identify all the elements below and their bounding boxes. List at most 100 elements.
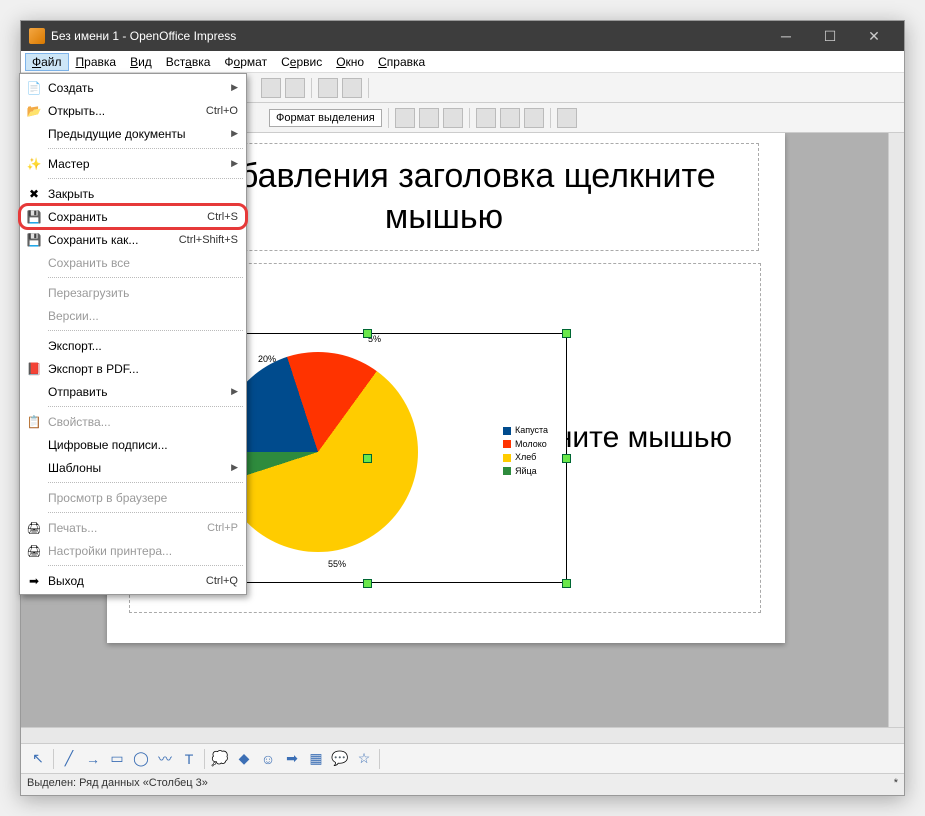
menu-file[interactable]: Файл xyxy=(25,53,69,71)
paste-icon[interactable] xyxy=(285,78,305,98)
menuitem-label: Мастер xyxy=(48,157,231,171)
menu-tools[interactable]: Сервис xyxy=(274,53,329,71)
menuitem-label: Отправить xyxy=(48,385,231,399)
menuitem-label: Открыть... xyxy=(48,104,206,118)
window-title: Без имени 1 - OpenOffice Impress xyxy=(51,29,764,43)
menu-help[interactable]: Справка xyxy=(371,53,432,71)
line-icon[interactable]: ╱ xyxy=(58,748,80,770)
pie-body xyxy=(218,352,418,552)
menuitem-label: Сохранить xyxy=(48,210,207,224)
minimize-button[interactable]: ─ xyxy=(764,21,808,51)
menuitem-label: Закрыть xyxy=(48,187,238,201)
handle-se[interactable] xyxy=(562,579,571,588)
menuitem-label: Версии... xyxy=(48,309,238,323)
callout-icon[interactable]: 💭 xyxy=(209,748,231,770)
menuitem-shortcut: Ctrl+S xyxy=(207,211,238,223)
menuitem-перезагрузить: Перезагрузить xyxy=(20,281,246,304)
file-menu-dropdown: 📄Создать▶📂Открыть...Ctrl+OПредыдущие док… xyxy=(19,73,247,595)
vertical-scrollbar[interactable] xyxy=(888,133,904,727)
pie-chart xyxy=(218,352,418,552)
callouts-icon[interactable]: 💬 xyxy=(329,748,351,770)
toolbar-icon-2[interactable] xyxy=(419,108,439,128)
menuitem-label: Сохранить все xyxy=(48,256,238,270)
document-new-icon: 📄 xyxy=(24,80,44,96)
menu-edit[interactable]: Правка xyxy=(69,53,124,71)
menuitem-сохранить[interactable]: 💾СохранитьCtrl+S xyxy=(20,205,246,228)
menu-format[interactable]: Формат xyxy=(217,53,274,71)
menuitem-создать[interactable]: 📄Создать▶ xyxy=(20,76,246,99)
menuitem-label: Экспорт... xyxy=(48,339,238,353)
menuitem-свойства-: 📋 Свойства... xyxy=(20,410,246,433)
menuitem-закрыть[interactable]: ✖Закрыть xyxy=(20,182,246,205)
redo-icon[interactable] xyxy=(342,78,362,98)
menu-window[interactable]: Окно xyxy=(329,53,371,71)
menuitem-просмотр-в-браузере: Просмотр в браузере xyxy=(20,486,246,509)
copy-icon[interactable] xyxy=(261,78,281,98)
menuitem-цифровые-подписи-[interactable]: Цифровые подписи... xyxy=(20,433,246,456)
horizontal-scrollbar[interactable] xyxy=(21,727,904,743)
menuitem-предыдущие-документы[interactable]: Предыдущие документы▶ xyxy=(20,122,246,145)
legend-kapusta: Капуста xyxy=(515,425,548,435)
toolbar-icon-6[interactable] xyxy=(524,108,544,128)
content-placeholder-text: кните мышью xyxy=(543,421,732,455)
toolbar-icon-7[interactable] xyxy=(557,108,577,128)
menuitem-label: Шаблоны xyxy=(48,461,231,475)
title-bar: Без имени 1 - OpenOffice Impress ─ ☐ ✕ xyxy=(21,21,904,51)
blank-icon xyxy=(24,490,44,506)
basic-shapes-icon[interactable]: ◆ xyxy=(233,748,255,770)
handle-s[interactable] xyxy=(363,579,372,588)
undo-icon[interactable] xyxy=(318,78,338,98)
menuitem-label: Сохранить как... xyxy=(48,233,179,247)
format-selection-button[interactable]: Формат выделения xyxy=(269,109,382,127)
block-arrows-icon[interactable]: ➡ xyxy=(281,748,303,770)
ellipse-icon[interactable]: ◯ xyxy=(130,748,152,770)
blank-icon xyxy=(24,437,44,453)
handle-ne[interactable] xyxy=(562,329,571,338)
status-text: Выделен: Ряд данных «Столбец 3» xyxy=(27,777,208,792)
symbol-shapes-icon[interactable]: ☺ xyxy=(257,748,279,770)
menu-view[interactable]: Вид xyxy=(123,53,159,71)
exit-icon: ➡ xyxy=(24,573,44,589)
menuitem-label: Печать... xyxy=(48,521,207,535)
menuitem-label: Свойства... xyxy=(48,415,238,429)
menuitem-label: Просмотр в браузере xyxy=(48,491,238,505)
blank-icon xyxy=(24,460,44,476)
wizard-icon: ✨ xyxy=(24,156,44,172)
app-window: Без имени 1 - OpenOffice Impress ─ ☐ ✕ Ф… xyxy=(20,20,905,796)
menuitem-экспорт-[interactable]: Экспорт... xyxy=(20,334,246,357)
handle-n[interactable] xyxy=(363,329,372,338)
handle-center[interactable] xyxy=(363,454,372,463)
legend-yaica: Яйца xyxy=(515,466,537,476)
menuitem-отправить[interactable]: Отправить▶ xyxy=(20,380,246,403)
menuitem-шаблоны[interactable]: Шаблоны▶ xyxy=(20,456,246,479)
menuitem-shortcut: Ctrl+Q xyxy=(206,575,238,587)
stars-icon[interactable]: ☆ xyxy=(353,748,375,770)
rectangle-icon[interactable]: ▭ xyxy=(106,748,128,770)
toolbar-icon-3[interactable] xyxy=(443,108,463,128)
menuitem-печать-: 🖨Печать...Ctrl+P xyxy=(20,516,246,539)
menu-insert[interactable]: Вставка xyxy=(159,53,218,71)
menuitem-открыть-[interactable]: 📂Открыть...Ctrl+O xyxy=(20,99,246,122)
curve-icon[interactable]: 〰 xyxy=(154,748,176,770)
menuitem-мастер[interactable]: ✨Мастер▶ xyxy=(20,152,246,175)
arrow-icon[interactable]: → xyxy=(82,748,104,770)
text-icon[interactable]: T xyxy=(178,748,200,770)
properties-icon: 📋 xyxy=(24,414,44,430)
legend-moloko: Молоко xyxy=(515,439,547,449)
menuitem-версии-: Версии... xyxy=(20,304,246,327)
submenu-arrow-icon: ▶ xyxy=(231,462,238,473)
maximize-button[interactable]: ☐ xyxy=(808,21,852,51)
blank-icon xyxy=(24,285,44,301)
handle-e[interactable] xyxy=(562,454,571,463)
close-button[interactable]: ✕ xyxy=(852,21,896,51)
menuitem-сохранить-как-[interactable]: 💾Сохранить как...Ctrl+Shift+S xyxy=(20,228,246,251)
menuitem-экспорт-в-pdf-[interactable]: 📕Экспорт в PDF... xyxy=(20,357,246,380)
toolbar-icon-4[interactable] xyxy=(476,108,496,128)
toolbar-icon-5[interactable] xyxy=(500,108,520,128)
menuitem-label: Настройки принтера... xyxy=(48,544,238,558)
menuitem-label: Цифровые подписи... xyxy=(48,438,238,452)
toolbar-icon-1[interactable] xyxy=(395,108,415,128)
menuitem-выход[interactable]: ➡ВыходCtrl+Q xyxy=(20,569,246,592)
pointer-icon[interactable]: ↖ xyxy=(27,748,49,770)
flowcharts-icon[interactable]: ▦ xyxy=(305,748,327,770)
